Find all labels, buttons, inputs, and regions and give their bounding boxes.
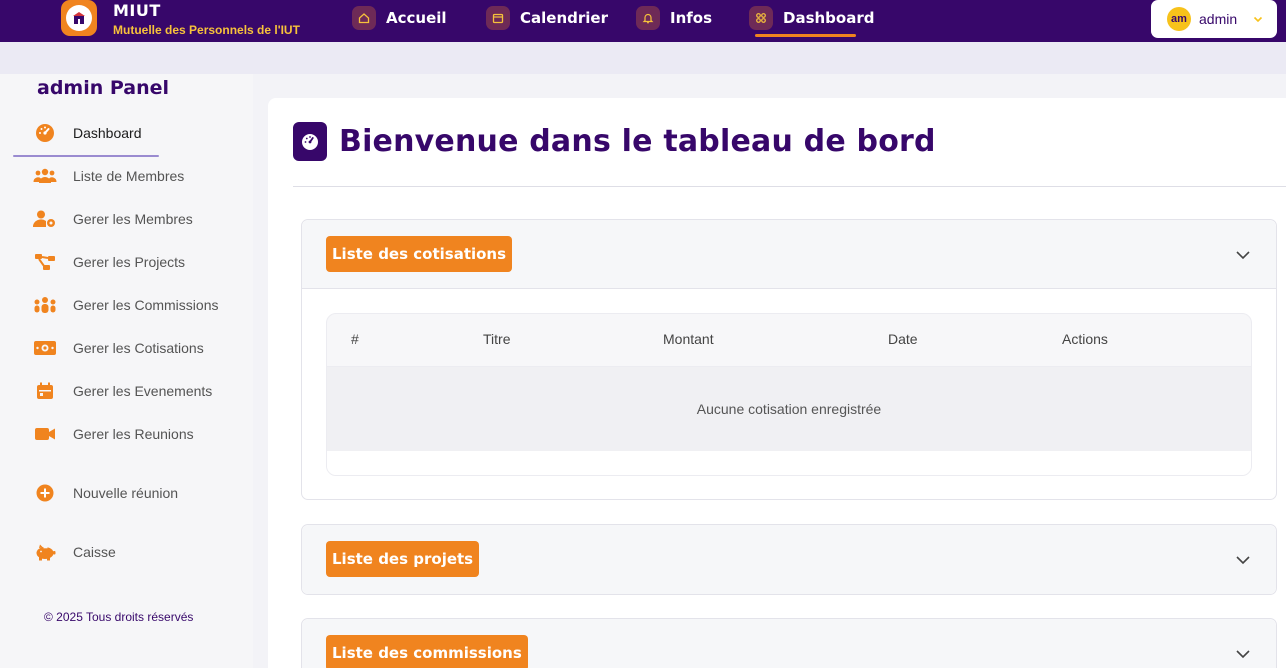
sidebar-item-gerer-cotisations[interactable]: Gerer les Cotisations — [13, 330, 238, 366]
empty-state-message: Aucune cotisation enregistrée — [327, 367, 1251, 451]
logo-emblem-icon — [66, 5, 92, 31]
nav-accueil-label: Accueil — [386, 9, 447, 27]
chevron-down-icon — [1236, 251, 1250, 260]
chevron-down-icon — [1236, 556, 1250, 565]
nav-infos-label: Infos — [670, 9, 713, 27]
accordion-cotisations-header[interactable]: Liste des cotisations — [302, 220, 1276, 289]
title-divider — [293, 186, 1286, 187]
sidebar: admin Panel Dashboard Liste de Membres G… — [0, 74, 253, 668]
sidebar-item-label: Gerer les Membres — [73, 211, 193, 227]
nav-infos[interactable]: Infos — [636, 6, 712, 30]
chevron-down-icon — [1253, 15, 1263, 23]
accordion-projets: Liste des projets — [301, 524, 1277, 595]
section-label: Liste des cotisations — [326, 236, 513, 272]
nav-dashboard-label: Dashboard — [783, 9, 875, 27]
gauge-icon — [293, 122, 327, 161]
main-content: Bienvenue dans le tableau de bord Liste … — [268, 98, 1286, 668]
brand-name: MIUT — [113, 1, 161, 20]
avatar: am — [1167, 7, 1191, 31]
nav-calendrier[interactable]: Calendrier — [486, 6, 608, 30]
sidebar-item-label: Gerer les Commissions — [73, 297, 219, 313]
video-icon — [33, 425, 57, 443]
accordion-cotisations: Liste des cotisations # Titre Montant Da… — [301, 219, 1277, 500]
page-title: Bienvenue dans le tableau de bord — [339, 124, 936, 159]
money-bill-icon — [33, 339, 57, 357]
section-label: Liste des projets — [326, 541, 480, 577]
sidebar-item-gerer-commissions[interactable]: Gerer les Commissions — [13, 287, 238, 323]
column-header: # — [351, 331, 359, 347]
cotisations-table: # Titre Montant Date Actions Aucune coti… — [326, 313, 1252, 476]
accordion-commissions: Liste des commissions — [301, 618, 1277, 668]
nav-calendrier-label: Calendrier — [520, 9, 608, 27]
sidebar-item-label: Gerer les Evenements — [73, 383, 213, 399]
sidebar-item-label: Gerer les Reunions — [73, 426, 194, 442]
sidebar-title: admin Panel — [37, 77, 170, 99]
nav-accueil[interactable]: Accueil — [352, 6, 447, 30]
user-name: admin — [1199, 11, 1238, 27]
sidebar-item-gerer-projects[interactable]: Gerer les Projects — [13, 244, 238, 280]
header-shadow-band — [0, 42, 1286, 74]
column-header: Titre — [483, 331, 511, 347]
column-header: Actions — [1062, 331, 1108, 347]
sidebar-item-liste-membres[interactable]: Liste de Membres — [13, 158, 238, 194]
logo[interactable] — [61, 0, 97, 36]
table-footer — [327, 451, 1251, 475]
dashboard-icon — [749, 6, 773, 30]
sidebar-active-underline — [13, 155, 159, 157]
user-menu-button[interactable]: am admin — [1151, 0, 1277, 38]
sidebar-item-nouvelle-reunion[interactable]: Nouvelle réunion — [13, 475, 238, 511]
sidebar-item-gerer-membres[interactable]: Gerer les Membres — [13, 201, 238, 237]
chevron-down-icon — [1236, 650, 1250, 659]
sidebar-item-gerer-reunions[interactable]: Gerer les Reunions — [13, 416, 238, 452]
sidebar-item-label: Gerer les Projects — [73, 254, 186, 270]
project-diagram-icon — [33, 253, 57, 271]
sidebar-item-label: Caisse — [73, 544, 116, 560]
accordion-commissions-header[interactable]: Liste des commissions — [302, 619, 1276, 668]
column-header: Montant — [663, 331, 714, 347]
accordion-projets-header[interactable]: Liste des projets — [302, 525, 1276, 594]
top-navbar: MIUT Mutuelle des Personnels de l'IUT Ac… — [0, 0, 1286, 42]
sidebar-item-label: Gerer les Cotisations — [73, 340, 204, 356]
nav-dashboard[interactable]: Dashboard — [749, 6, 874, 30]
users-icon — [33, 167, 57, 185]
sidebar-item-dashboard[interactable]: Dashboard — [13, 115, 238, 151]
sidebar-item-label: Nouvelle réunion — [73, 485, 179, 501]
brand-subtitle: Mutuelle des Personnels de l'IUT — [113, 23, 300, 37]
piggy-bank-icon — [33, 543, 57, 561]
home-icon — [352, 6, 376, 30]
calendar-icon — [33, 382, 57, 400]
bell-icon — [636, 6, 660, 30]
people-group-icon — [33, 296, 57, 314]
sidebar-item-gerer-evenements[interactable]: Gerer les Evenements — [13, 373, 238, 409]
plus-circle-icon — [33, 484, 57, 502]
calendar-icon — [486, 6, 510, 30]
user-cog-icon — [33, 210, 57, 228]
nav-active-indicator — [755, 34, 856, 37]
sidebar-item-caisse[interactable]: Caisse — [13, 534, 238, 570]
sidebar-item-label: Dashboard — [73, 125, 142, 141]
copyright: © 2025 Tous droits réservés — [44, 610, 194, 624]
section-label: Liste des commissions — [326, 635, 528, 668]
column-header: Date — [888, 331, 918, 347]
gauge-icon — [33, 124, 57, 142]
sidebar-item-label: Liste de Membres — [73, 168, 185, 184]
